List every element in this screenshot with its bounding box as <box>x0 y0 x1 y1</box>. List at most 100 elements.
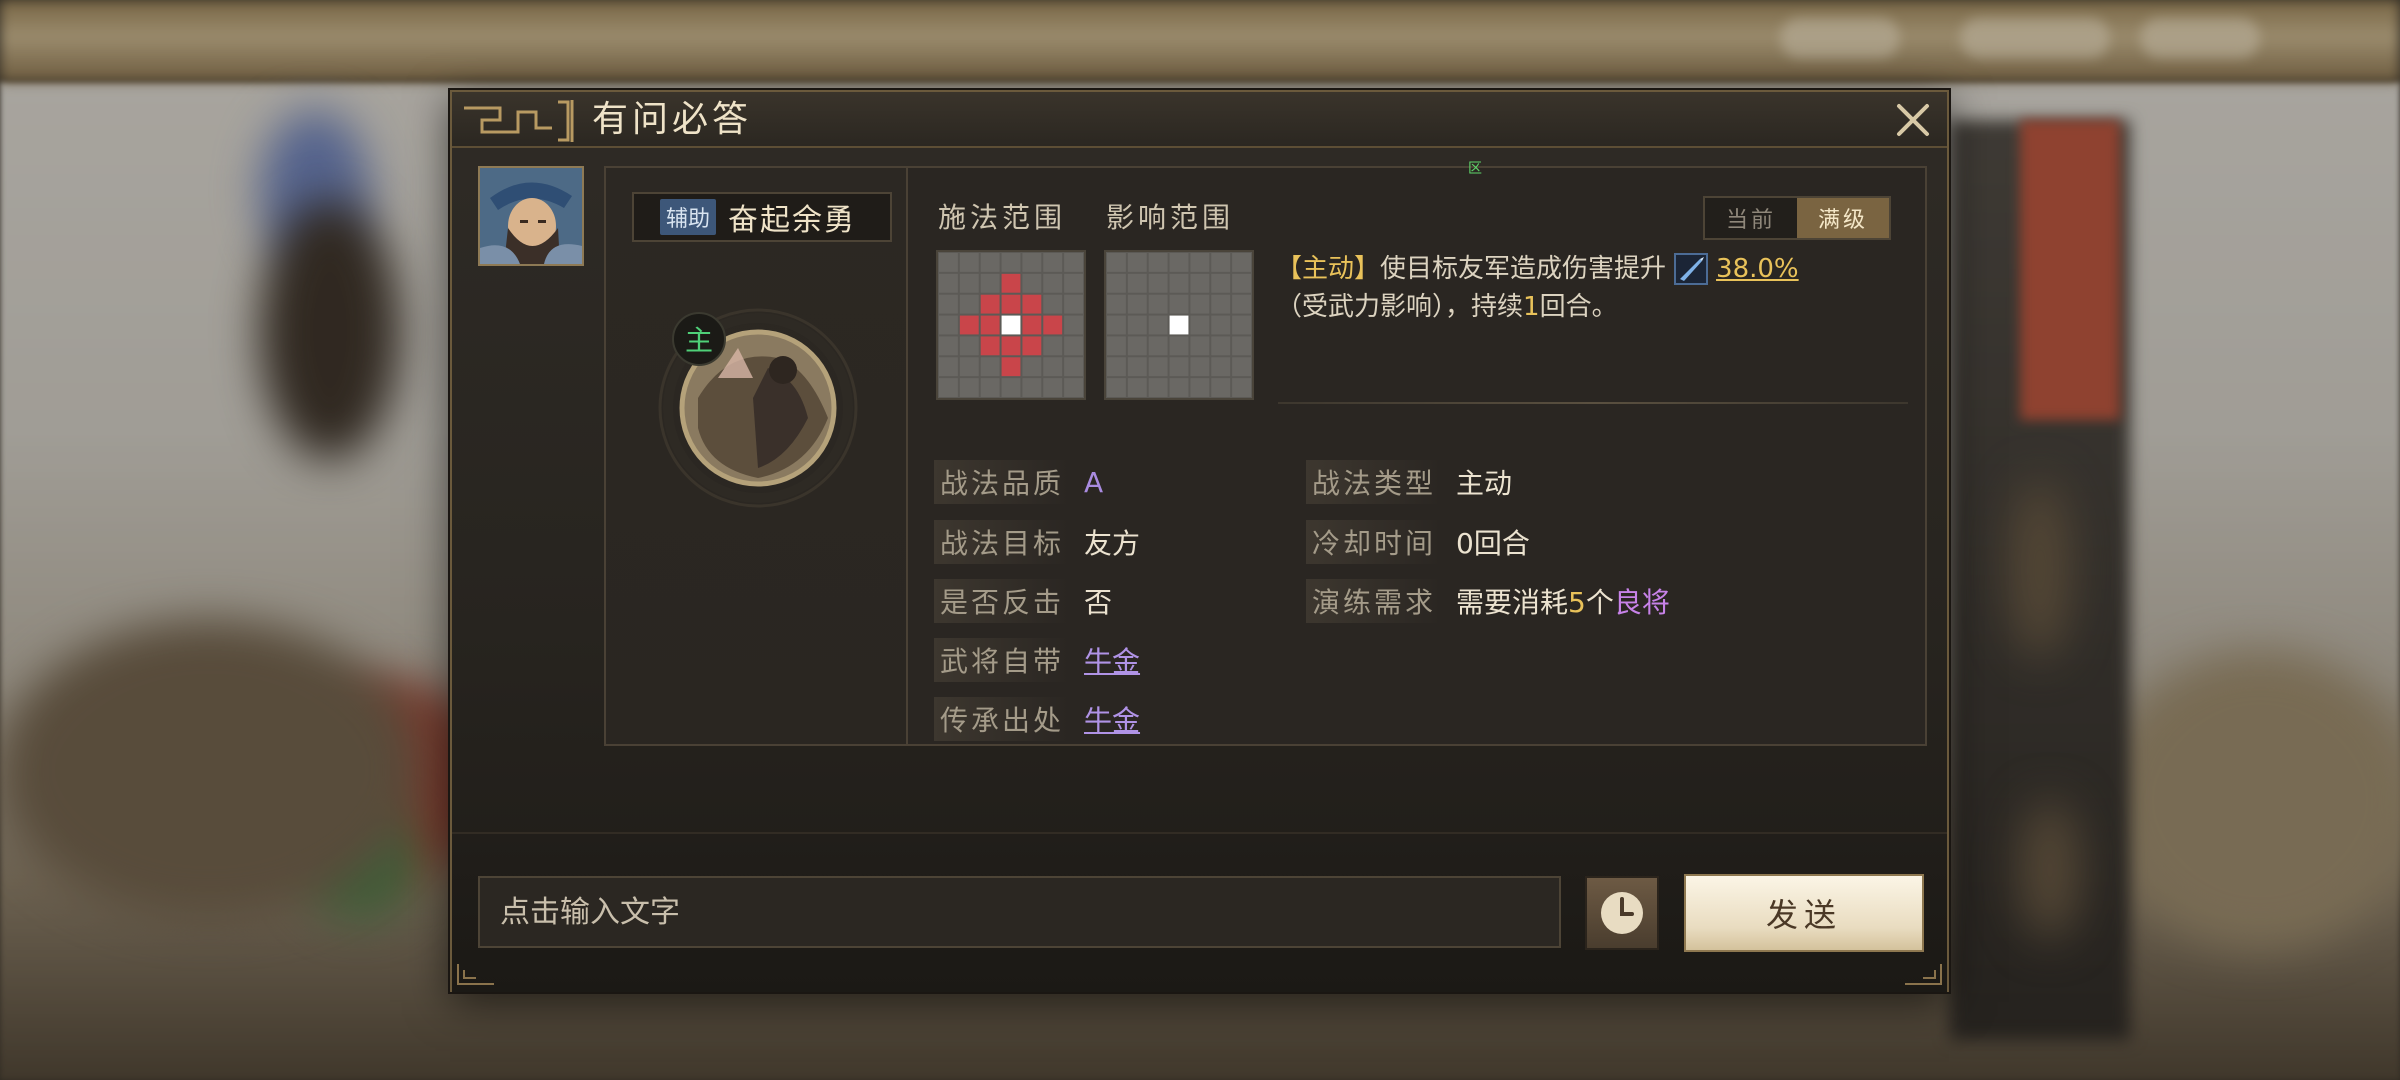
range-cell <box>1022 336 1042 356</box>
close-button[interactable] <box>1891 98 1935 142</box>
skill-description: 【主动】使目标友军造成伤害提升 38.0% （受武力影响），持续1回合。 <box>1276 250 1896 326</box>
range-cell <box>1043 294 1063 314</box>
range-cell <box>1022 357 1042 377</box>
range-cell <box>1043 357 1063 377</box>
range-cell <box>939 378 958 397</box>
range-cell <box>1148 294 1168 314</box>
range-cell <box>1211 273 1231 293</box>
range-cell <box>1064 336 1083 356</box>
range-cell <box>1064 357 1083 377</box>
range-cell <box>980 378 1000 397</box>
range-cell <box>1022 315 1042 335</box>
attr-counter-value: 否 <box>1084 586 1113 619</box>
range-cell <box>1232 336 1251 356</box>
message-input[interactable] <box>500 878 1559 946</box>
range-cell <box>939 315 958 335</box>
range-cell <box>1127 378 1147 397</box>
attr-training-label: 演练需求 <box>1306 579 1443 623</box>
close-icon <box>1897 104 1929 136</box>
attr-quality-value: A <box>1084 465 1104 499</box>
range-cell <box>959 378 979 397</box>
range-cell <box>959 294 979 314</box>
range-cell <box>1043 253 1063 272</box>
range-cell <box>1001 253 1021 272</box>
skill-detail-panel: 辅助 奋起余勇 主 区 施法范围 影响范围 当前 满级 【主动】使目标友军造成伤… <box>604 161 1927 746</box>
attr-target: 战法目标 友方 <box>934 520 1140 564</box>
range-cell <box>959 357 979 377</box>
attr-inherit-link[interactable]: 牛金 <box>1084 699 1140 739</box>
range-cell <box>1001 357 1021 377</box>
range-cell <box>939 336 958 356</box>
range-cell <box>980 253 1000 272</box>
skill-type-badge: 辅助 <box>660 199 717 235</box>
dialog-title: 有问必答 <box>592 99 753 140</box>
range-cell <box>959 273 979 293</box>
range-cell <box>1107 273 1126 293</box>
description-percent[interactable]: 38.0% <box>1716 254 1799 284</box>
active-skill-corner-badge: 主 <box>672 312 726 366</box>
range-cell <box>1169 294 1189 314</box>
range-cell <box>1022 273 1042 293</box>
range-cell <box>1107 315 1126 335</box>
divider <box>1278 402 1908 404</box>
cast-range-grid <box>936 250 1086 400</box>
attr-quality-label: 战法品质 <box>934 460 1071 504</box>
effect-range-grid <box>1104 250 1254 400</box>
attr-innate-label: 武将自带 <box>934 638 1071 682</box>
clock-icon <box>1601 892 1643 934</box>
range-cell <box>1043 378 1063 397</box>
level-toggle: 当前 满级 <box>1703 196 1891 240</box>
skill-info-column: 区 施法范围 影响范围 当前 满级 【主动】使目标友军造成伤害提升 38.0% （… <box>908 161 1927 744</box>
range-cell <box>1232 294 1251 314</box>
training-prefix: 需要消耗 <box>1456 586 1569 619</box>
description-text: 使目标友军造成伤害提升 <box>1380 254 1667 284</box>
description-text-close: 回合。 <box>1539 292 1618 322</box>
range-cell <box>1064 315 1083 335</box>
range-cell <box>1190 253 1210 272</box>
level-current-tab[interactable]: 当前 <box>1705 198 1797 238</box>
skill-name-tag: 辅助 奋起余勇 <box>632 192 892 242</box>
range-cell <box>1148 357 1168 377</box>
range-cell <box>1148 378 1168 397</box>
range-cell <box>1064 294 1083 314</box>
range-cell <box>1190 336 1210 356</box>
general-portrait[interactable] <box>478 166 584 266</box>
training-unit: 个 <box>1585 586 1614 619</box>
range-cell <box>1127 253 1147 272</box>
range-cell <box>1232 315 1251 335</box>
attr-skill-type-value: 主动 <box>1456 467 1513 500</box>
corner-ornament-icon <box>1905 964 1942 985</box>
history-button[interactable] <box>1585 876 1659 950</box>
range-cell <box>1190 357 1210 377</box>
range-cell <box>1148 253 1168 272</box>
range-cell <box>1127 336 1147 356</box>
range-cell <box>1127 357 1147 377</box>
level-max-tab[interactable]: 满级 <box>1797 198 1889 238</box>
training-link[interactable]: 良将 <box>1614 586 1670 619</box>
range-cell <box>939 273 958 293</box>
attr-inherit-label: 传承出处 <box>934 697 1071 741</box>
chat-input-bar: 发送 <box>452 832 1947 992</box>
range-cell <box>1001 315 1021 335</box>
attr-counter-label: 是否反击 <box>934 579 1071 623</box>
range-cell <box>1001 273 1021 293</box>
range-cell <box>1107 336 1126 356</box>
range-cell <box>1169 273 1189 293</box>
title-ornament-icon <box>464 100 574 142</box>
range-cell <box>1001 378 1021 397</box>
qa-dialog: 有问必答 辅助 奋起余勇 主 区 施法范围 影响范围 当前 满级 【主动】使目标… <box>450 90 1949 992</box>
attr-innate-link[interactable]: 牛金 <box>1084 640 1140 680</box>
attr-inherit: 传承出处 牛金 <box>934 697 1140 741</box>
effect-range-label: 影响范围 <box>1106 201 1235 234</box>
range-cell <box>1190 273 1210 293</box>
range-cell <box>959 336 979 356</box>
range-cell <box>959 253 979 272</box>
range-cell <box>1127 315 1147 335</box>
range-cell <box>1211 315 1231 335</box>
send-button[interactable]: 发送 <box>1684 874 1924 952</box>
range-cell <box>1169 357 1189 377</box>
attr-skill-type-label: 战法类型 <box>1306 460 1443 504</box>
dialog-title-bar: 有问必答 <box>452 92 1947 148</box>
range-cell <box>1064 378 1083 397</box>
range-cell <box>1022 253 1042 272</box>
